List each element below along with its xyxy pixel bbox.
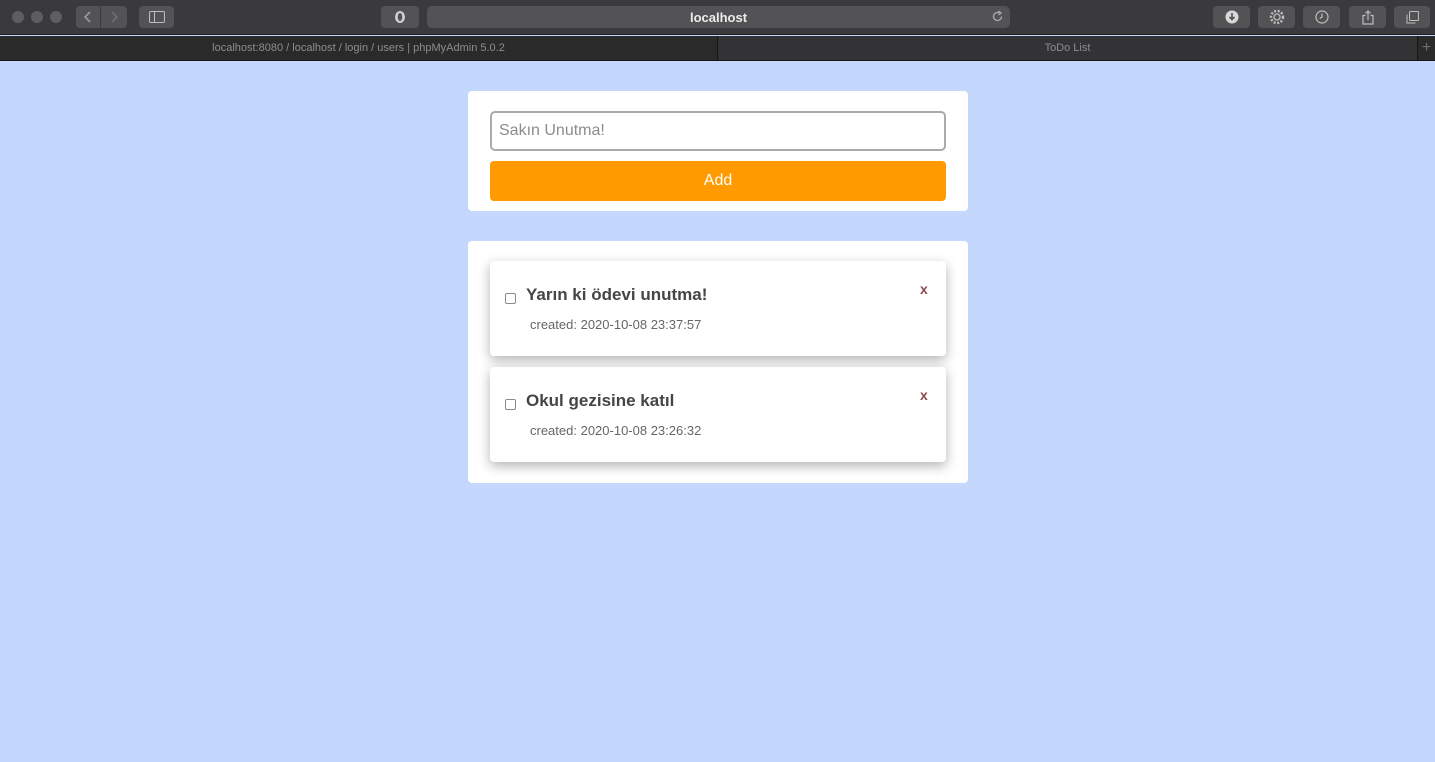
add-button[interactable]: Add	[490, 161, 946, 201]
delete-button[interactable]: x	[920, 281, 928, 297]
todo-title: Yarın ki ödevi unutma!	[526, 285, 708, 304]
window-close-dot[interactable]	[12, 11, 24, 23]
privacy-button[interactable]	[381, 6, 419, 28]
tab-strip: localhost:8080 / localhost / login / use…	[0, 36, 1435, 61]
downloads-button[interactable]	[1213, 6, 1250, 28]
history-clock-icon	[1314, 10, 1329, 24]
address-text: localhost	[689, 9, 748, 25]
privacy-shield-icon	[395, 11, 405, 23]
settings-button[interactable]	[1258, 6, 1295, 28]
tab-title: localhost:8080 / localhost / login / use…	[212, 42, 505, 54]
window-zoom-dot[interactable]	[50, 11, 62, 23]
settings-gear-icon	[1269, 9, 1284, 25]
forward-icon	[111, 11, 118, 23]
todo-title: Okul gezisine katıl	[526, 391, 675, 410]
back-button[interactable]	[76, 6, 100, 28]
todo-created: created: 2020-10-08 23:26:32	[530, 423, 702, 438]
sidebar-icon	[148, 11, 165, 23]
tab-todo-list[interactable]: ToDo List	[718, 36, 1417, 60]
todo-checkbox[interactable]	[505, 399, 516, 410]
reload-icon[interactable]	[991, 10, 1004, 23]
share-button[interactable]	[1349, 6, 1386, 28]
todo-created: created: 2020-10-08 23:37:57	[530, 317, 702, 332]
back-icon	[84, 11, 91, 23]
delete-button[interactable]: x	[920, 387, 928, 403]
plus-icon: +	[1421, 39, 1432, 56]
browser-toolbar: localhost	[0, 0, 1435, 35]
tabs-overview-button[interactable]	[1394, 6, 1430, 28]
sidebar-button[interactable]	[139, 6, 174, 28]
forward-button[interactable]	[101, 6, 127, 28]
add-todo-card: Add	[468, 91, 968, 211]
tab-title: ToDo List	[1044, 42, 1091, 54]
address-bar[interactable]: localhost	[427, 6, 1010, 28]
history-button[interactable]	[1303, 6, 1340, 28]
window-minimize-dot[interactable]	[31, 11, 43, 23]
todo-input[interactable]	[490, 111, 946, 151]
download-icon	[1225, 10, 1238, 24]
new-tab-button[interactable]: +	[1417, 36, 1435, 60]
tabs-overview-icon	[1406, 10, 1419, 23]
tab-phpmyadmin[interactable]: localhost:8080 / localhost / login / use…	[0, 36, 717, 60]
todo-item: Okul gezisine katıl created: 2020-10-08 …	[490, 367, 946, 462]
share-icon	[1361, 9, 1374, 25]
todo-item: Yarın ki ödevi unutma! created: 2020-10-…	[490, 261, 946, 356]
todo-checkbox[interactable]	[505, 293, 516, 304]
todo-list-card: Yarın ki ödevi unutma! created: 2020-10-…	[468, 241, 968, 483]
